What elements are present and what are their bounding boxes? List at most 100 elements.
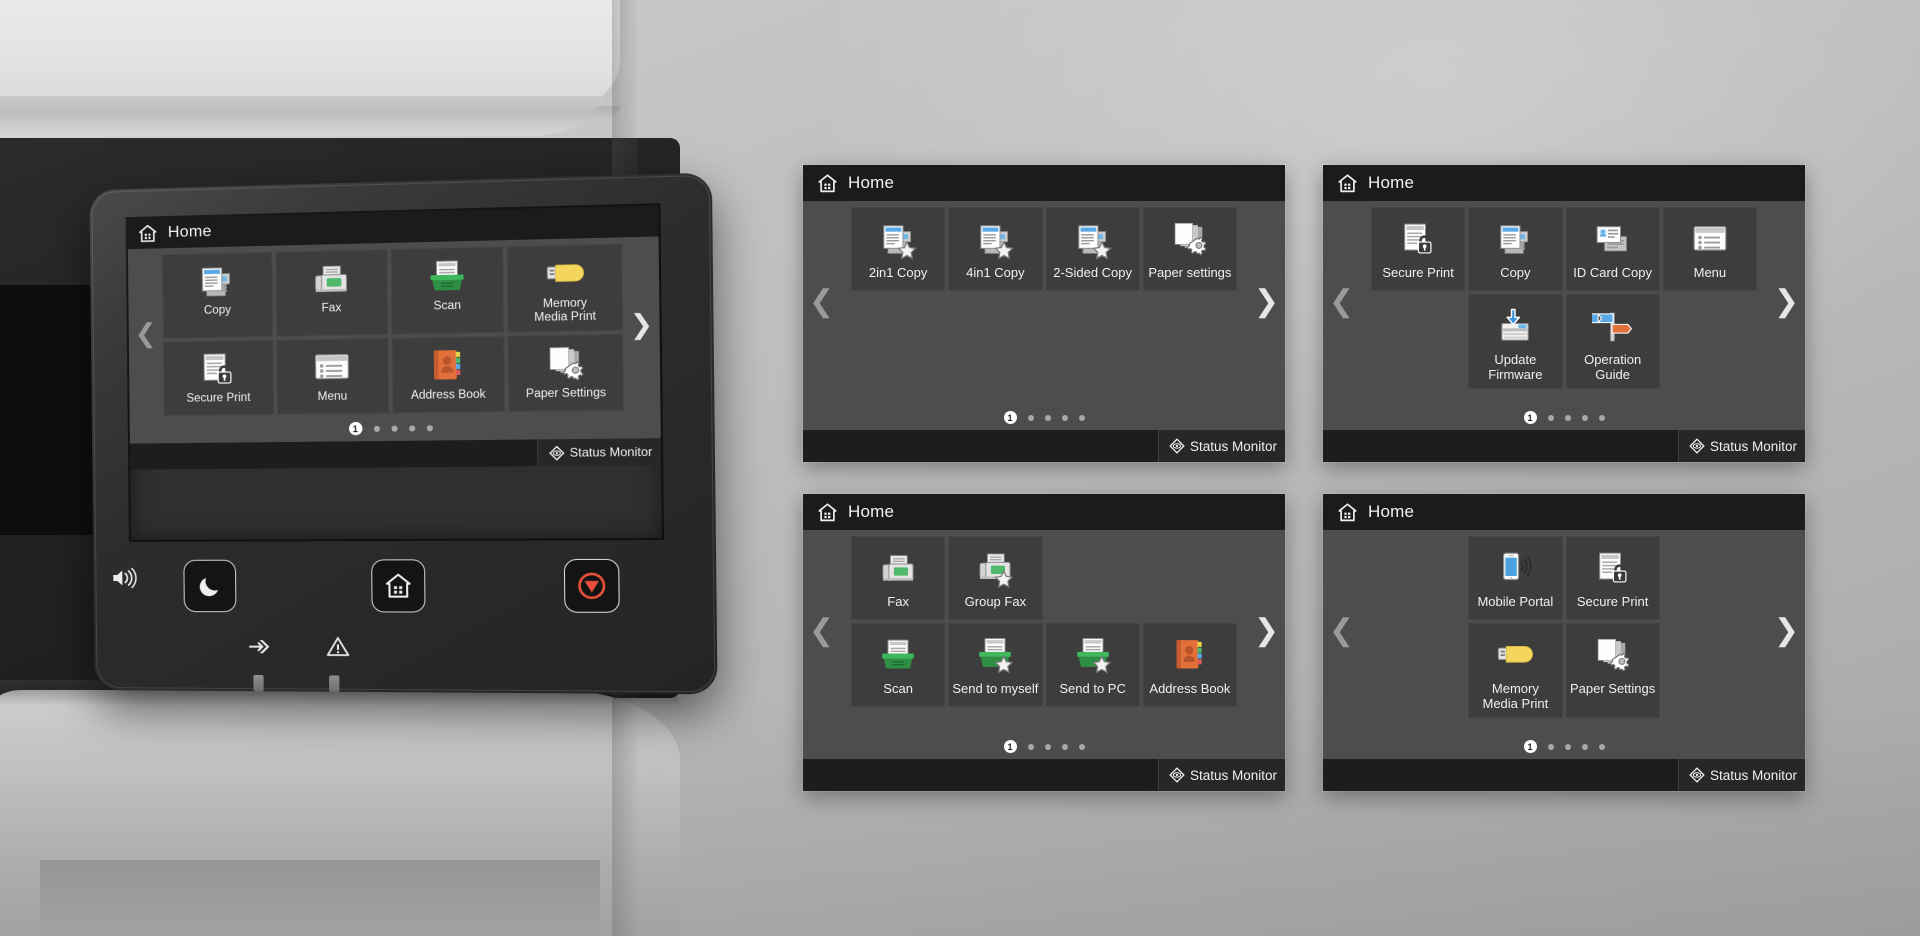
tile-id-card-copy[interactable]: ID Card Copy [1566, 207, 1660, 291]
tile-scan[interactable]: Scan [390, 246, 505, 334]
tile-address-book[interactable]: Address Book [391, 336, 505, 414]
tile-paper-settings[interactable]: Paper settings [1143, 207, 1237, 291]
page-dot[interactable] [1599, 744, 1605, 750]
page-dot[interactable] [426, 425, 432, 431]
tile-2in1-copy[interactable]: 2in1 Copy [851, 207, 945, 291]
page-dots[interactable]: 1 [803, 403, 1285, 430]
tile-4in1-copy[interactable]: 4in1 Copy [948, 207, 1042, 291]
tile-secure-print[interactable]: Secure Print [1566, 536, 1660, 620]
data-led-bar [253, 675, 263, 691]
page-dot[interactable] [1062, 415, 1068, 421]
status-monitor-button[interactable]: Status Monitor [1158, 759, 1285, 791]
status-monitor-button[interactable]: Status Monitor [1678, 759, 1805, 791]
page-dot[interactable] [1565, 415, 1571, 421]
tile-operation-guide[interactable]: Operation Guide [1566, 294, 1660, 389]
page-dots[interactable]: 1 [1323, 403, 1805, 430]
panel-bottom-left[interactable]: Home ❮ ❯ Fax Group Fax Scan Send to myself Send… [803, 494, 1285, 791]
page-dot[interactable] [1079, 744, 1085, 750]
panel-bottom-right[interactable]: Home ❮ ❯ Mobile Portal Secure Print Memory Med… [1323, 494, 1805, 791]
page-dot[interactable] [1548, 415, 1554, 421]
status-monitor-button[interactable]: Status Monitor [537, 438, 661, 466]
tile-label: Send to myself [950, 681, 1040, 702]
tile-address-book[interactable]: Address Book [1143, 623, 1237, 707]
printer-operation-panel: Home ❮ ❯ Copy Fax Scan Memory Media Print Sec… [89, 173, 717, 695]
tile-update-firmware[interactable]: Update Firmware [1468, 294, 1562, 389]
energy-saver-key[interactable] [183, 560, 236, 613]
usb-memory-icon [1494, 635, 1536, 677]
tile-label: Copy [1498, 265, 1532, 286]
home-icon [138, 223, 158, 244]
page-dot[interactable] [1599, 415, 1605, 421]
tile-secure-print[interactable]: Secure Print [1371, 207, 1465, 291]
chevron-left-icon[interactable]: ❮ [809, 616, 834, 646]
chevron-left-icon[interactable]: ❮ [1329, 616, 1354, 646]
tile-secure-print[interactable]: Secure Print [163, 340, 274, 416]
screen-statusbar: Status Monitor [803, 430, 1285, 462]
stop-key[interactable] [564, 559, 620, 613]
page-dot[interactable] [1079, 415, 1085, 421]
tile-paper-settings[interactable]: Paper Settings [508, 334, 624, 412]
tile-memory-media-print[interactable]: Memory Media Print [507, 244, 623, 333]
panel-top-right[interactable]: Home ❮ ❯ Secure Print Copy ID Card Copy Menu Up… [1323, 165, 1805, 462]
chevron-right-icon[interactable]: ❯ [1254, 287, 1279, 317]
page-dot[interactable] [1045, 744, 1051, 750]
tile-empty [1371, 294, 1465, 389]
page-dot[interactable] [1548, 744, 1554, 750]
chevron-right-icon[interactable]: ❯ [1254, 616, 1279, 646]
chevron-left-icon[interactable]: ❮ [1329, 287, 1354, 317]
tile-copy[interactable]: Copy [1468, 207, 1562, 291]
tile-menu[interactable]: Menu [276, 338, 389, 415]
tile-scan[interactable]: Scan [851, 623, 945, 707]
page-dot-active[interactable]: 1 [1004, 411, 1017, 424]
page-dot-active[interactable]: 1 [1004, 740, 1017, 753]
chevron-right-icon[interactable]: ❯ [1774, 616, 1799, 646]
page-dots[interactable]: 1 [1323, 732, 1805, 759]
page-dot[interactable] [1062, 744, 1068, 750]
page-dot[interactable] [391, 425, 397, 431]
page-dot[interactable] [1582, 415, 1588, 421]
tile-empty [1143, 536, 1237, 620]
page-dot[interactable] [1045, 415, 1051, 421]
page-dot[interactable] [373, 425, 379, 431]
home-key[interactable] [371, 559, 426, 612]
status-monitor-button[interactable]: Status Monitor [1158, 430, 1285, 462]
page-dot-active[interactable]: 1 [1524, 740, 1537, 753]
tile-paper-settings[interactable]: Paper Settings [1566, 623, 1660, 718]
page-dots[interactable]: 1 [803, 732, 1285, 759]
tile-label: Secure Print [1575, 594, 1651, 615]
tile-label: Send to PC [1057, 681, 1128, 702]
page-dot[interactable] [1028, 415, 1034, 421]
main-panel-screen: Home ❮ ❯ Copy Fax Scan Memory Media Print Sec… [128, 205, 662, 469]
tile-2-sided-copy[interactable]: 2-Sided Copy [1046, 207, 1140, 291]
chevron-left-icon[interactable]: ❮ [809, 287, 834, 317]
tile-copy[interactable]: Copy [162, 252, 273, 339]
page-dot[interactable] [1028, 744, 1034, 750]
paper-settings-icon [1169, 219, 1211, 261]
tile-label: Group Fax [963, 594, 1028, 615]
tile-menu[interactable]: Menu [1663, 207, 1757, 291]
scan-favorite-icon [1073, 635, 1113, 677]
chevron-right-icon[interactable]: ❯ [1774, 287, 1799, 317]
page-dot-active[interactable]: 1 [1524, 411, 1537, 424]
tile-label: Paper Settings [1568, 681, 1657, 702]
tile-fax[interactable]: Fax [851, 536, 945, 620]
chevron-left-icon[interactable]: ❮ [135, 319, 157, 345]
tile-group-fax[interactable]: Group Fax [948, 536, 1042, 620]
copy-favorite-icon [975, 219, 1015, 261]
lcd-touchscreen[interactable]: Home ❮ ❯ Copy Fax Scan Memory Media Print Sec… [128, 205, 662, 540]
tile-fax[interactable]: Fax [275, 249, 388, 337]
screen-statusbar: Status Monitor [803, 759, 1285, 791]
panel-top-left[interactable]: Home ❮ ❯ 2in1 Copy 4in1 Copy 2-Sided Copy Pape… [803, 165, 1285, 462]
page-dot-active[interactable]: 1 [348, 422, 362, 435]
tile-memory-media-print[interactable]: Memory Media Print [1468, 623, 1562, 718]
operation-guide-icon [1592, 306, 1634, 348]
tile-mobile-portal[interactable]: Mobile Portal [1468, 536, 1562, 620]
chevron-right-icon[interactable]: ❯ [630, 310, 654, 337]
screen-titlebar: Home [1323, 165, 1805, 201]
tile-send-to-pc[interactable]: Send to PC [1046, 623, 1140, 707]
status-monitor-button[interactable]: Status Monitor [1678, 430, 1805, 462]
page-dot[interactable] [409, 425, 415, 431]
tile-send-to-myself[interactable]: Send to myself [948, 623, 1042, 707]
page-dot[interactable] [1582, 744, 1588, 750]
page-dot[interactable] [1565, 744, 1571, 750]
